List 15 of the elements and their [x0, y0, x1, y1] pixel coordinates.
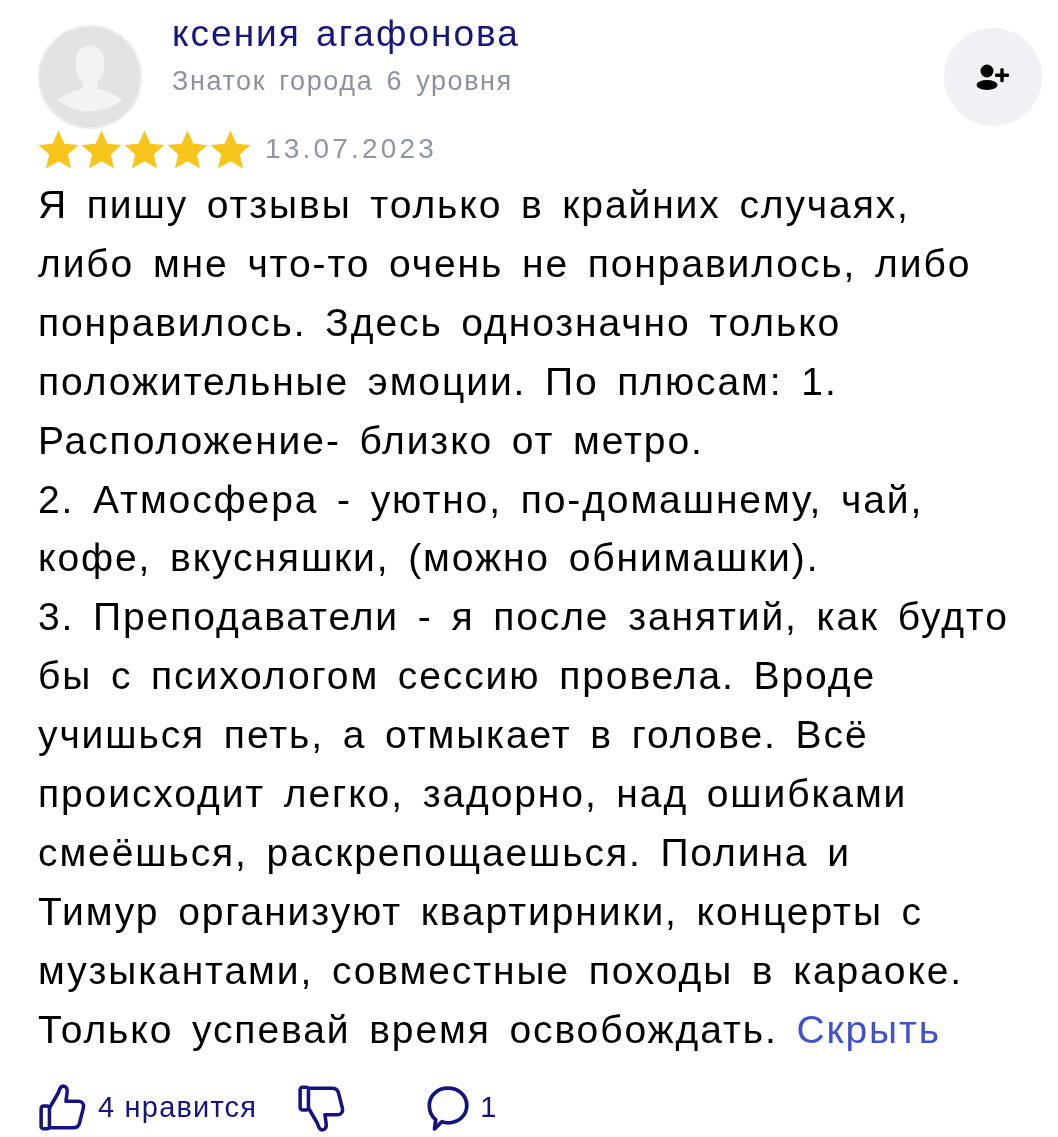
add-person-icon: [976, 64, 1010, 90]
filled-star-icon: [38, 129, 79, 169]
author-level: Знаток города 6 уровня: [172, 65, 514, 98]
filled-star-icon: [167, 129, 208, 169]
filled-star-icon: [124, 129, 165, 169]
review-text: Я пишу отзывы только в крайних случаях, либо мне что-то очень не понравилось, либо понравилось. Здесь однозначно только положительные эмоции. По плюсам: 1. Расположение- близко от метро. 2. Атмосфера - уютно, по-домашнему, чай, кофе, вкусняшки, (можно обнимашки). 3. Преподаватели - я после занятий, как будто бы с психологом сессию провела. Вроде учишься петь, а отмыкает в голове. Всё происходит легко, задорно, над ошибками смеёшься, раскрепощаешься. Полина и Тимур организуют квартирники, концерты с музыкантами, совместные походы в караоке. Только успевай время освобождать. Скрыть: [38, 182, 1010, 1053]
filled-star-icon: [210, 129, 251, 169]
filled-star-icon: [81, 129, 122, 169]
thumbs-up-icon: [38, 1082, 88, 1133]
comments-button[interactable]: 1: [422, 1082, 498, 1133]
review-date: 13.07.2023: [265, 132, 438, 166]
like-button[interactable]: 4 нравится: [38, 1082, 258, 1133]
avatar-icon: [38, 25, 142, 129]
collapse-link[interactable]: Скрыть: [796, 1007, 941, 1051]
author-name[interactable]: ксения агафонова: [172, 12, 944, 56]
